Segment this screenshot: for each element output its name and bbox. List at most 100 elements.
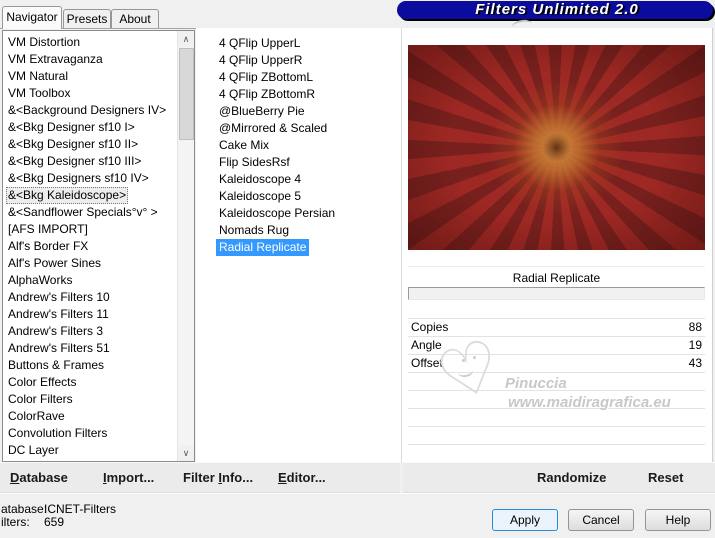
category-list-item-label: Color Effects: [8, 375, 77, 389]
category-list-item-label: VM Toolbox: [8, 86, 71, 100]
filter-panel: Radial Replicate Copies 88 Angle 19 Offs…: [402, 28, 713, 462]
category-list-item[interactable]: Convolution Filters: [3, 425, 178, 442]
category-list-item[interactable]: VM Natural: [3, 68, 178, 85]
filter-list-item-label: @Mirrored & Scaled: [219, 121, 328, 135]
filter-list-item-label: 4 QFlip UpperL: [219, 36, 301, 50]
filter-listbox: 4 QFlip UpperL 4 QFlip UpperR 4 QFlip ZBot…: [196, 28, 401, 462]
filter-list-item[interactable]: 4 QFlip ZBottomR: [196, 86, 401, 103]
scroll-up-icon[interactable]: ∧: [178, 31, 194, 47]
scrollbar-thumb[interactable]: [179, 48, 194, 140]
category-list-item[interactable]: Andrew's Filters 3: [3, 323, 178, 340]
category-list-item-label: Alf's Border FX: [8, 239, 89, 253]
category-list-item[interactable]: &<Bkg Designer sf10 I>: [3, 119, 178, 136]
category-list-item-label: DC Layer: [8, 443, 59, 457]
filter-list-item-label: 4 QFlip ZBottomR: [219, 87, 316, 101]
category-list-item-label: Andrew's Filters 11: [8, 307, 109, 321]
filter-list-item[interactable]: Kaleidoscope Persian: [196, 205, 401, 222]
filter-caption: Radial Replicate: [512, 271, 601, 285]
filter-list-item[interactable]: Nomads Rug: [196, 222, 401, 239]
label-part: ditor...: [286, 470, 326, 485]
apply-button[interactable]: Apply: [492, 509, 558, 531]
category-list-item[interactable]: VM Extravaganza: [3, 51, 178, 68]
database-button[interactable]: Database: [10, 463, 68, 492]
filter-list-item[interactable]: Kaleidoscope 4: [196, 171, 401, 188]
category-list-item[interactable]: Andrew's Filters 11: [3, 306, 178, 323]
category-list-item[interactable]: Color Effects: [3, 374, 178, 391]
filter-list-item-label: Cake Mix: [219, 138, 270, 152]
randomize-button[interactable]: Randomize: [537, 463, 606, 492]
filter-list-item-label: Kaleidoscope 4: [219, 172, 302, 186]
filter-list-item[interactable]: 4 QFlip UpperR: [196, 52, 401, 69]
parameter-row[interactable]: [408, 391, 705, 409]
category-list-item-label: &<Background Designers IV>: [8, 103, 167, 117]
category-list-item-label: &<Sandflower Specials°v° >: [8, 205, 158, 219]
category-list-item-label: Andrew's Filters 51: [8, 341, 110, 355]
category-list-item-label: &<Bkg Designer sf10 II>: [8, 137, 139, 151]
parameter-row[interactable]: [408, 373, 705, 391]
filter-list-item[interactable]: @BlueBerry Pie: [196, 103, 401, 120]
category-list-item[interactable]: Andrew's Filters 10: [3, 289, 178, 306]
tab-presets[interactable]: Presets: [63, 9, 111, 29]
help-button[interactable]: Help: [645, 509, 711, 531]
filter-list-item-label: Kaleidoscope Persian: [219, 206, 336, 220]
status-value: 659: [44, 515, 65, 529]
category-list-item[interactable]: &<Bkg Designer sf10 II>: [3, 136, 178, 153]
category-list-item[interactable]: Alf's Power Sines: [3, 255, 178, 272]
category-list-item[interactable]: VM Distortion: [3, 34, 178, 51]
category-list-item-label: ColorRave: [8, 409, 65, 423]
parameter-row[interactable]: Offset 43: [408, 355, 705, 373]
tab-about[interactable]: About: [111, 9, 159, 29]
category-items: VM Distortion VM Extravaganza VM Natural VM…: [3, 34, 178, 461]
category-list-item-label: &<Bkg Kaleidoscope>: [6, 187, 129, 204]
filters-unlimited-window: Navigator Presets About Filters Unlimite…: [0, 0, 715, 538]
parameter-row[interactable]: Copies 88: [408, 319, 705, 337]
filter-list-item[interactable]: Radial Replicate: [196, 239, 401, 256]
category-list-item[interactable]: Color Filters: [3, 391, 178, 408]
parameter-value: 43: [688, 356, 702, 370]
category-list-item[interactable]: &<Sandflower Specials°v° >: [3, 204, 178, 221]
import-button[interactable]: Import...: [103, 463, 154, 492]
editor-button[interactable]: Editor...: [278, 463, 326, 492]
filter-list-item[interactable]: Kaleidoscope 5: [196, 188, 401, 205]
filter-list-item-label: 4 QFlip ZBottomL: [219, 70, 314, 84]
filter-list-item[interactable]: Cake Mix: [196, 137, 401, 154]
parameter-row[interactable]: [408, 409, 705, 427]
filter-list-item[interactable]: 4 QFlip UpperL: [196, 35, 401, 52]
filter-list-item[interactable]: @Mirrored & Scaled: [196, 120, 401, 137]
parameter-row[interactable]: Angle 19: [408, 337, 705, 355]
label-part: E: [278, 470, 287, 485]
parameter-value: 88: [688, 320, 702, 334]
category-list-item[interactable]: VM Toolbox: [3, 85, 178, 102]
status-rows: atabase: ICNET-Filters ilters: 659: [1, 503, 116, 529]
category-scrollbar[interactable]: ∧ ∨: [177, 31, 194, 461]
parameter-row[interactable]: [408, 427, 705, 445]
category-list-item[interactable]: DC Layer: [3, 442, 178, 459]
tab-navigator[interactable]: Navigator: [2, 6, 62, 29]
filter-list-item-label: Radial Replicate: [216, 239, 310, 256]
filter-list-item[interactable]: Flip SidesRsf: [196, 154, 401, 171]
category-list-item[interactable]: ColorRave: [3, 408, 178, 425]
category-list-item-label: VM Distortion: [8, 35, 81, 49]
category-list-item[interactable]: Andrew's Filters 51: [3, 340, 178, 357]
filter-list-item[interactable]: 4 QFlip ZBottomL: [196, 69, 401, 86]
category-list-item[interactable]: [AFS IMPORT]: [3, 221, 178, 238]
category-list-item-label: Color Filters: [8, 392, 73, 406]
category-list-item[interactable]: &<Bkg Designer sf10 III>: [3, 153, 178, 170]
scroll-down-icon[interactable]: ∨: [178, 445, 194, 461]
reset-button[interactable]: Reset: [648, 463, 683, 492]
parameter-label: Offset: [411, 356, 443, 370]
category-list-item[interactable]: &<Bkg Designers sf10 IV>: [3, 170, 178, 187]
category-list-item[interactable]: &<Bkg Kaleidoscope>: [3, 187, 178, 204]
filter-info-button[interactable]: Filter Info...: [183, 463, 253, 492]
cancel-button[interactable]: Cancel: [568, 509, 634, 531]
category-list-item-label: [AFS IMPORT]: [8, 222, 88, 236]
filter-list-item-label: 4 QFlip UpperR: [219, 53, 303, 67]
category-list-item[interactable]: AlphaWorks: [3, 272, 178, 289]
category-list-item[interactable]: Alf's Border FX: [3, 238, 178, 255]
category-list-item-label: VM Natural: [8, 69, 69, 83]
caption-separator: [408, 266, 705, 267]
category-list-item-label: Convolution Filters: [8, 426, 108, 440]
category-list-item[interactable]: Buttons & Frames: [3, 357, 178, 374]
category-list-item[interactable]: &<Background Designers IV>: [3, 102, 178, 119]
filter-list-item-label: Kaleidoscope 5: [219, 189, 302, 203]
